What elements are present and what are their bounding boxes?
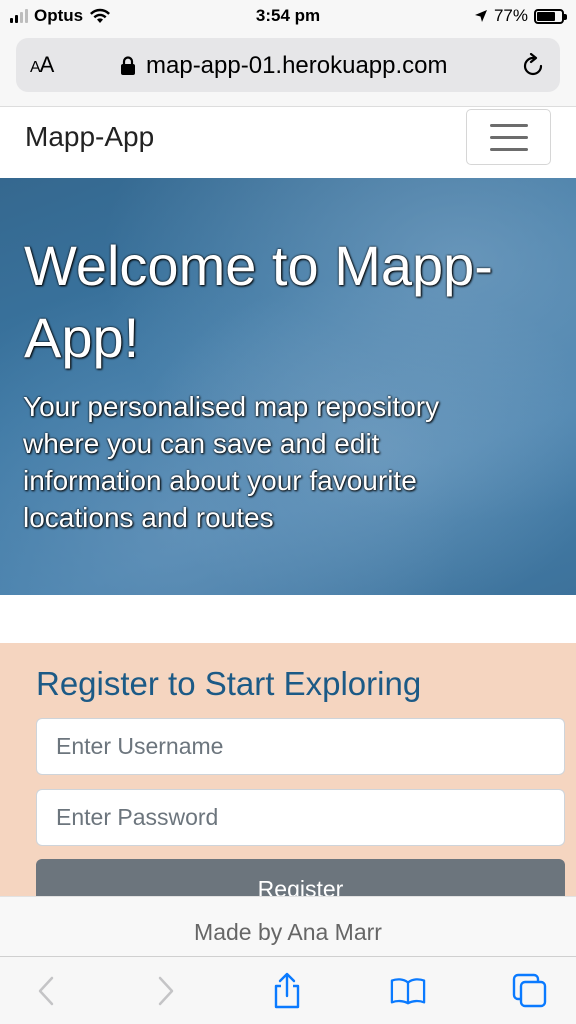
register-heading: Register to Start Exploring [36,665,422,702]
page-footer: Made by Ana Marr [0,896,576,956]
chevron-right-icon [158,976,174,1006]
footer-credit: Made by Ana Marr [194,919,382,945]
browser-address-bar: AA map-app-01.herokuapp.com [0,34,576,106]
book-icon [390,978,426,1005]
reload-icon[interactable] [520,53,546,79]
text-size-small-a: A [30,59,41,76]
hamburger-bar [489,147,528,151]
status-right: 77% [474,6,567,26]
hamburger-menu-button[interactable] [466,109,551,165]
tabs-icon [512,973,547,1008]
battery-percent: 77% [493,6,528,25]
back-button[interactable] [28,973,64,1009]
share-button[interactable] [269,972,305,1009]
url-field[interactable]: AA map-app-01.herokuapp.com [16,38,560,92]
hero-title: Welcome to Mapp-App! [24,234,493,369]
username-input[interactable] [36,718,565,775]
status-bar: Optus 3:54 pm 77% [0,0,576,34]
hamburger-bar [489,123,528,127]
share-icon [274,972,300,1009]
browser-toolbar [0,956,576,1024]
bookmarks-button[interactable] [390,973,426,1009]
brand-link[interactable]: Mapp-App [25,121,154,153]
hamburger-bar [489,135,528,139]
lock-icon [121,56,135,75]
chevron-left-icon [38,976,54,1006]
site-navbar: Mapp-App [0,106,576,178]
text-size-large-a: A [39,52,55,77]
mobile-screen: Optus 3:54 pm 77% AA map-app-01.herokuap… [0,0,576,1024]
location-arrow-icon [474,10,487,22]
forward-button[interactable] [148,973,184,1009]
url-text: map-app-01.herokuapp.com [146,52,448,79]
url-display[interactable]: map-app-01.herokuapp.com [120,52,448,80]
battery-fill [537,11,556,21]
hero-subtitle: Your personalised map repository where y… [23,391,440,533]
password-input[interactable] [36,789,565,846]
tabs-button[interactable] [512,973,548,1009]
register-section: Register to Start Exploring Register [0,643,576,919]
text-size-button[interactable]: AA [30,52,55,78]
hero-banner: Welcome to Mapp-App! Your personalised m… [0,178,576,595]
battery-icon [534,8,567,24]
